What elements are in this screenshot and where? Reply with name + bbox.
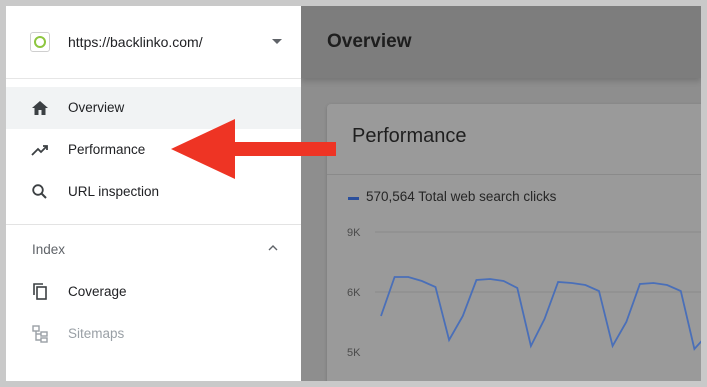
y-tick-label: 9K [347, 227, 361, 239]
sidebar-item-overview[interactable]: Overview [6, 87, 301, 129]
sidebar-item-performance[interactable]: Performance [6, 129, 301, 171]
chevron-up-icon[interactable] [268, 244, 278, 252]
performance-card[interactable]: Performance 570,564 Total web search cli… [327, 104, 701, 381]
top-bar: Overview [301, 6, 701, 78]
sidebar-item-label: Coverage [68, 284, 127, 299]
property-selector[interactable]: https://backlinko.com/ [6, 6, 301, 79]
sidebar-item-url-inspection[interactable]: URL inspection [6, 171, 301, 213]
sidebar: https://backlinko.com/ Overview Performa… [6, 6, 301, 381]
sidebar-item-label: URL inspection [68, 184, 160, 199]
legend-swatch [348, 197, 359, 200]
sidebar-item-label: Overview [68, 100, 125, 115]
sitemap-icon [32, 325, 48, 343]
series-line [380, 276, 701, 351]
y-tick-label: 5K [347, 347, 361, 359]
y-tick-label: 6K [347, 287, 361, 299]
performance-chart: 9K 6K 5K [347, 227, 701, 359]
legend-label: 570,564 Total web search clicks [366, 189, 557, 204]
property-logo-icon [30, 32, 50, 52]
page-title: Overview [327, 31, 412, 52]
sidebar-item-label: Sitemaps [68, 326, 125, 341]
sidebar-item-sitemaps[interactable]: Sitemaps [6, 313, 301, 355]
sidebar-item-coverage[interactable]: Coverage [6, 271, 301, 313]
card-title: Performance [352, 125, 467, 147]
dropdown-caret-icon[interactable] [272, 39, 282, 44]
home-icon [32, 101, 48, 115]
sidebar-item-label: Performance [68, 142, 146, 157]
copy-icon [33, 283, 47, 300]
search-icon [32, 184, 47, 199]
sidebar-divider [6, 224, 301, 225]
section-header-index: Index [32, 242, 66, 257]
screenshot-frame: https://backlinko.com/ Overview Performa… [0, 0, 707, 387]
trending-up-icon [31, 145, 48, 156]
main-content: Overview Performance 570,564 Total web s… [301, 6, 701, 381]
property-url: https://backlinko.com/ [68, 34, 203, 50]
card-divider [327, 174, 701, 175]
